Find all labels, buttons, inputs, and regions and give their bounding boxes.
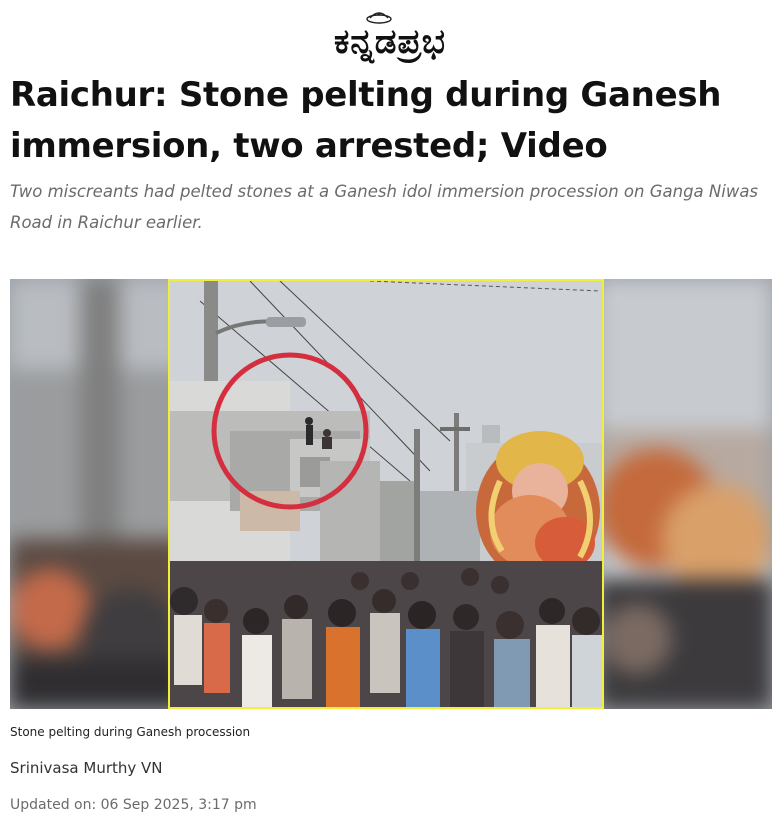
image-blur-right — [597, 279, 772, 709]
updated-timestamp: Updated on: 06 Sep 2025, 3:17 pm — [10, 797, 257, 813]
author-name[interactable]: Srinivasa Murthy VN — [10, 759, 163, 777]
image-blur-left — [10, 279, 185, 709]
article-image[interactable] — [10, 279, 772, 709]
image-caption: Stone pelting during Ganesh procession — [10, 725, 251, 739]
site-logo[interactable]: ಕನ್ನಡಪ್ರಭ — [0, 8, 780, 66]
procession-photo — [168, 279, 604, 709]
article-headline: Raichur: Stone pelting during Ganesh imm… — [10, 75, 722, 166]
article-subheadline: Two miscreants had pelted stones at a Ga… — [10, 182, 759, 232]
brand-wordmark: ಕನ್ನಡಪ್ರಭ — [334, 22, 446, 62]
